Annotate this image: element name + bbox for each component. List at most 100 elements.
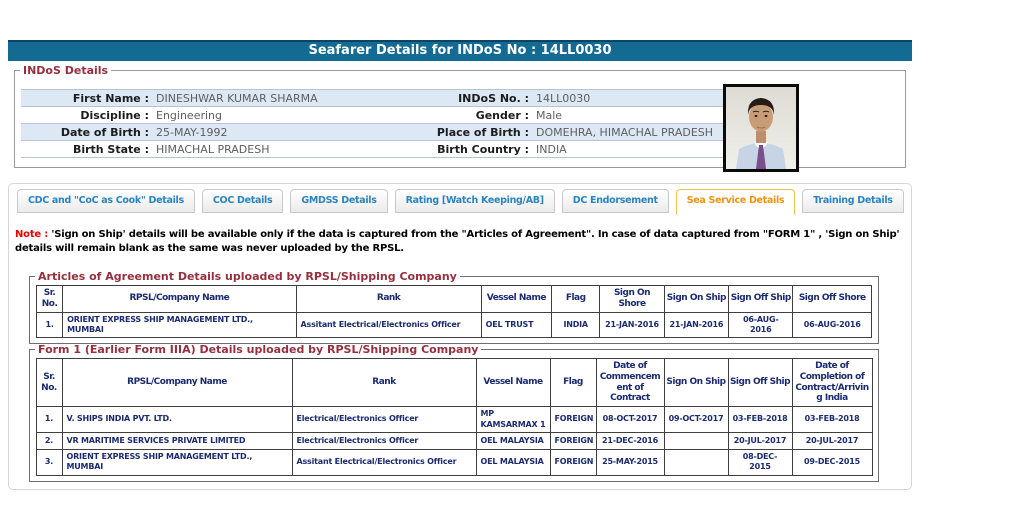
table-cell: Electrical/Electronics Officer <box>292 407 476 433</box>
tab-cdc-coc-as-cook-details[interactable]: CDC and "CoC as Cook" Details <box>17 189 195 213</box>
first-name-value: DINESHWAR KUMAR SHARMA <box>149 92 417 105</box>
table-cell: ORIENT EXPRESS SHIP MANAGEMENT LTD., MUM… <box>62 449 292 475</box>
birth-country-label: Birth Country : <box>417 143 529 156</box>
indos-details-section: INDoS Details First Name : DINESHWAR KUM… <box>14 64 906 168</box>
col-header: Sr. No. <box>37 286 63 313</box>
form1-header-row: Sr. No. RPSL/Company Name Rank Vessel Na… <box>36 359 872 407</box>
indos-detail-rows: First Name : DINESHWAR KUMAR SHARMA INDo… <box>21 89 723 158</box>
col-header: Sign On Ship <box>664 286 728 313</box>
indos-no-value: 14LL0030 <box>529 92 723 105</box>
col-header: Sign Off Ship <box>728 359 792 407</box>
table-cell: OEL TRUST <box>481 312 551 338</box>
col-header: Sign Off Shore <box>793 286 872 313</box>
table-row: 1. ORIENT EXPRESS SHIP MANAGEMENT LTD., … <box>37 312 872 338</box>
table-cell <box>664 449 728 475</box>
table-cell: 1. <box>37 312 63 338</box>
tab-training-details[interactable]: Training Details <box>802 189 903 213</box>
table-cell: 21-JAN-2016 <box>664 312 728 338</box>
table-cell: VR MARITIME SERVICES PRIVATE LIMITED <box>62 432 292 449</box>
detail-row-discipline: Discipline : Engineering Gender : Male <box>21 107 723 124</box>
col-header: RPSL/Company Name <box>63 286 296 313</box>
table-cell: 2. <box>36 432 62 449</box>
col-header: Sign On Ship <box>664 359 728 407</box>
col-header: Vessel Name <box>476 359 550 407</box>
form1-section: Form 1 (Earlier Form IIIA) Details uploa… <box>29 343 879 482</box>
table-cell: FOREIGN <box>550 449 596 475</box>
tab-sea-service-details[interactable]: Sea Service Details <box>676 189 796 215</box>
table-cell <box>664 432 728 449</box>
seafarer-photo <box>723 84 799 172</box>
indos-no-label: INDoS No. : <box>417 92 529 105</box>
table-cell: MP KAMSARMAX 1 <box>476 407 550 433</box>
table-cell: 03-FEB-2018 <box>728 407 792 433</box>
articles-header-row: Sr. No. RPSL/Company Name Rank Vessel Na… <box>37 286 872 313</box>
birth-country-value: INDIA <box>529 143 723 156</box>
table-cell: Assitant Electrical/Electronics Officer <box>296 312 481 338</box>
col-header: Flag <box>550 359 596 407</box>
col-header: Sign On Shore <box>600 286 664 313</box>
tab-dc-endorsement[interactable]: DC Endorsement <box>562 189 669 213</box>
table-cell: 09-DEC-2015 <box>792 449 872 475</box>
detail-row-first-name: First Name : DINESHWAR KUMAR SHARMA INDo… <box>21 90 723 107</box>
seafarer-portrait-graphic <box>726 87 796 169</box>
col-header: Flag <box>552 286 600 313</box>
table-cell: 03-FEB-2018 <box>792 407 872 433</box>
discipline-label: Discipline : <box>21 109 149 122</box>
col-header: Vessel Name <box>481 286 551 313</box>
table-cell: INDIA <box>552 312 600 338</box>
tab-gmdss-details[interactable]: GMDSS Details <box>290 189 387 213</box>
table-cell: V. SHIPS INDIA PVT. LTD. <box>62 407 292 433</box>
table-cell: 21-DEC-2016 <box>596 432 664 449</box>
col-header: Sr. No. <box>36 359 62 407</box>
tab-coc-details[interactable]: COC Details <box>202 189 283 213</box>
gender-value: Male <box>529 109 723 122</box>
table-cell: 21-JAN-2016 <box>600 312 664 338</box>
birth-state-label: Birth State : <box>21 143 149 156</box>
indos-details-legend: INDoS Details <box>20 64 111 77</box>
articles-of-agreement-section: Articles of Agreement Details uploaded b… <box>29 270 879 344</box>
tab-rating-watch-keeping-ab[interactable]: Rating [Watch Keeping/AB] <box>395 189 555 213</box>
discipline-value: Engineering <box>149 109 417 122</box>
table-cell: 3. <box>36 449 62 475</box>
table-cell: 08-OCT-2017 <box>596 407 664 433</box>
table-cell: OEL MALAYSIA <box>476 432 550 449</box>
detail-row-birth-state: Birth State : HIMACHAL PRADESH Birth Cou… <box>21 141 723 158</box>
col-header: Sign Off Ship <box>729 286 793 313</box>
page-title: Seafarer Details for INDoS No : 14LL0030 <box>8 40 912 61</box>
table-cell: 20-JUL-2017 <box>728 432 792 449</box>
table-cell: FOREIGN <box>550 407 596 433</box>
table-cell: Assitant Electrical/Electronics Officer <box>292 449 476 475</box>
tab-content-panel: CDC and "CoC as Cook" Details COC Detail… <box>8 183 912 490</box>
note: Note : 'Sign on Ship' details will be av… <box>15 228 912 255</box>
gender-label: Gender : <box>417 109 529 122</box>
col-header: Date of Commencement of Contract <box>596 359 664 407</box>
form1-table: Sr. No. RPSL/Company Name Rank Vessel Na… <box>36 358 873 476</box>
articles-table: Sr. No. RPSL/Company Name Rank Vessel Na… <box>36 285 872 338</box>
first-name-label: First Name : <box>21 92 149 105</box>
tab-bar: CDC and "CoC as Cook" Details COC Detail… <box>9 184 911 213</box>
place-of-birth-label: Place of Birth : <box>417 126 529 139</box>
note-text: 'Sign on Ship' details will be available… <box>15 229 899 254</box>
date-of-birth-label: Date of Birth : <box>21 126 149 139</box>
col-header: RPSL/Company Name <box>62 359 292 407</box>
table-row: 1. V. SHIPS INDIA PVT. LTD. Electrical/E… <box>36 407 872 433</box>
table-cell: OEL MALAYSIA <box>476 449 550 475</box>
table-cell: 25-MAY-2015 <box>596 449 664 475</box>
table-cell: 09-OCT-2017 <box>664 407 728 433</box>
table-cell: FOREIGN <box>550 432 596 449</box>
form1-legend: Form 1 (Earlier Form IIIA) Details uploa… <box>35 343 481 356</box>
articles-of-agreement-legend: Articles of Agreement Details uploaded b… <box>35 270 460 283</box>
col-header: Date of Completion of Contract/Arriving … <box>792 359 872 407</box>
seafarer-details-page: Seafarer Details for INDoS No : 14LL0030… <box>0 0 1020 519</box>
birth-state-value: HIMACHAL PRADESH <box>149 143 417 156</box>
detail-row-date-of-birth: Date of Birth : 25-MAY-1992 Place of Bir… <box>21 124 723 141</box>
table-cell: ORIENT EXPRESS SHIP MANAGEMENT LTD., MUM… <box>63 312 296 338</box>
table-cell: 06-AUG-2016 <box>793 312 872 338</box>
place-of-birth-value: DOMEHRA, HIMACHAL PRADESH <box>529 126 723 139</box>
table-cell: Electrical/Electronics Officer <box>292 432 476 449</box>
table-cell: 20-JUL-2017 <box>792 432 872 449</box>
col-header: Rank <box>292 359 476 407</box>
table-row: 2. VR MARITIME SERVICES PRIVATE LIMITED … <box>36 432 872 449</box>
table-cell: 08-DEC-2015 <box>728 449 792 475</box>
date-of-birth-value: 25-MAY-1992 <box>149 126 417 139</box>
